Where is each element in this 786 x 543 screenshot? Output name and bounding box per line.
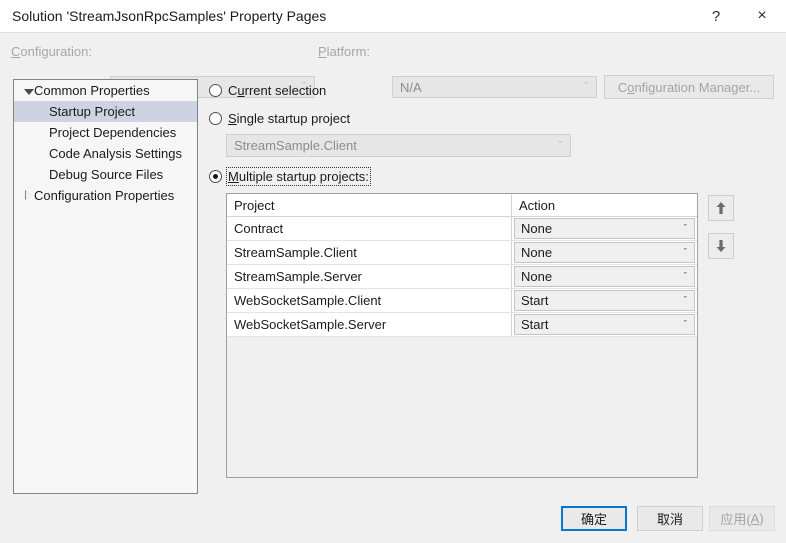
tree-item-debug-source-files[interactable]: Debug Source Files [14, 164, 197, 185]
close-glyph: × [757, 7, 767, 24]
radio-multiple-startup-accel: M [228, 169, 239, 184]
ok-button[interactable]: 确定 [561, 506, 627, 531]
chevron-right-icon [25, 190, 31, 200]
configuration-label-accel: C [11, 44, 21, 59]
cell-action: None ˇ [512, 265, 697, 288]
cell-action: Start ˇ [512, 313, 697, 336]
table-row[interactable]: Contract None ˇ [227, 217, 697, 241]
action-combo[interactable]: Start ˇ [514, 314, 695, 335]
window-title: Solution 'StreamJsonRpcSamples' Property… [12, 8, 327, 24]
cell-project-name: StreamSample.Client [227, 241, 512, 264]
radio-mark-icon [209, 112, 222, 125]
tree-item-configuration-properties[interactable]: Configuration Properties [14, 185, 197, 206]
chevron-down-icon: ˇ [584, 81, 588, 93]
table-row[interactable]: WebSocketSample.Server Start ˇ [227, 313, 697, 337]
cell-project-name: StreamSample.Server [227, 265, 512, 288]
action-combo[interactable]: None ˇ [514, 218, 695, 239]
title-bar: Solution 'StreamJsonRpcSamples' Property… [0, 0, 786, 33]
action-combo-value: None [521, 269, 553, 284]
ok-button-label: 确定 [580, 512, 607, 527]
radio-single-startup-project[interactable]: Single startup project [209, 111, 350, 126]
platform-label-accel: P [318, 44, 327, 59]
table-row[interactable]: StreamSample.Client None ˇ [227, 241, 697, 265]
close-icon[interactable]: × [740, 0, 784, 32]
tree-item-label: Debug Source Files [49, 167, 164, 182]
arrow-up-icon [715, 201, 727, 215]
move-down-button[interactable] [708, 233, 734, 259]
configuration-manager-pre: C [617, 79, 628, 95]
cancel-button-label: 取消 [656, 512, 683, 527]
cancel-button[interactable]: 取消 [637, 506, 703, 531]
action-combo[interactable]: Start ˇ [514, 290, 695, 311]
action-combo-value: Start [521, 293, 549, 308]
platform-label: Platform: [318, 44, 370, 59]
configuration-manager-post: nfiguration Manager... [634, 79, 761, 95]
help-icon[interactable]: ? [694, 0, 738, 32]
single-startup-combo-value: StreamSample.Client [234, 138, 357, 153]
chevron-down-icon [24, 89, 34, 95]
radio-multiple-startup-rest: ultiple startup projects: [238, 169, 369, 184]
radio-current-selection[interactable]: Current selection [209, 83, 326, 98]
table-row[interactable]: StreamSample.Server None ˇ [227, 265, 697, 289]
action-combo[interactable]: None ˇ [514, 242, 695, 263]
grid-header-row: Project Action [227, 194, 697, 217]
configuration-manager-accel: o [627, 79, 635, 95]
cell-action: None ˇ [512, 241, 697, 264]
radio-single-startup-accel: S [228, 111, 237, 126]
apply-button-pre: 应用( [720, 512, 751, 527]
move-up-button[interactable] [708, 195, 734, 221]
tree-item-label: Code Analysis Settings [49, 146, 182, 161]
table-row[interactable]: WebSocketSample.Client Start ˇ [227, 289, 697, 313]
arrow-down-icon [715, 239, 727, 253]
action-combo-value: Start [521, 317, 549, 332]
radio-multiple-startup-projects[interactable]: Multiple startup projects: [209, 167, 371, 186]
apply-button-post: ) [759, 511, 764, 526]
cell-project-name: Contract [227, 217, 512, 240]
radio-mark-icon [209, 170, 222, 183]
tree-item-project-dependencies[interactable]: Project Dependencies [14, 122, 197, 143]
radio-single-startup-rest: ingle startup project [236, 111, 351, 126]
chevron-down-icon: ˇ [683, 271, 687, 282]
tree-item-code-analysis-settings[interactable]: Code Analysis Settings [14, 143, 197, 164]
tree-item-label: Startup Project [49, 104, 135, 119]
action-combo-value: None [521, 221, 553, 236]
tree-item-startup-project[interactable]: Startup Project [14, 101, 197, 122]
chevron-down-icon: ˇ [683, 247, 687, 258]
chevron-down-icon: ˇ [558, 140, 562, 151]
help-glyph: ? [711, 7, 721, 25]
tree-item-label: Project Dependencies [49, 125, 177, 140]
chevron-down-icon: ˇ [683, 223, 687, 234]
radio-current-selection-accel: u [237, 83, 245, 98]
tree-item-label: Common Properties [34, 83, 150, 98]
radio-mark-icon [209, 84, 222, 97]
cell-project-name: WebSocketSample.Client [227, 289, 512, 312]
chevron-down-icon: ˇ [683, 319, 687, 330]
tree-item-common-properties[interactable]: Common Properties [14, 80, 197, 101]
cell-action: None ˇ [512, 217, 697, 240]
configuration-label: Configuration: [11, 44, 92, 59]
single-startup-project-combo[interactable]: StreamSample.Client ˇ [226, 134, 571, 157]
platform-combo-value: N/A [400, 79, 422, 95]
startup-projects-grid[interactable]: Project Action Contract None ˇ StreamSam… [226, 193, 698, 478]
configuration-label-rest: onfiguration: [20, 44, 92, 59]
apply-button[interactable]: 应用(A) [709, 506, 775, 531]
action-combo[interactable]: None ˇ [514, 266, 695, 287]
action-combo-value: None [521, 245, 553, 260]
radio-current-selection-rest: rrent selection [244, 83, 327, 98]
chevron-down-icon: ˇ [683, 295, 687, 306]
platform-combo[interactable]: N/A ˇ [392, 76, 597, 98]
column-header-project[interactable]: Project [227, 194, 512, 216]
cell-project-name: WebSocketSample.Server [227, 313, 512, 336]
configuration-bar: Configuration: N/A ˇ Platform: N/A ˇ Con… [0, 34, 786, 99]
properties-tree[interactable]: Common Properties Startup Project Projec… [13, 79, 198, 494]
platform-label-rest: latform: [326, 44, 371, 59]
radio-current-selection-label: Current selection [228, 83, 327, 98]
tree-item-label: Configuration Properties [34, 188, 175, 203]
configuration-manager-button[interactable]: Co nfiguration Manager... [604, 75, 774, 99]
cell-action: Start ˇ [512, 289, 697, 312]
radio-single-startup-label: Single startup project [228, 111, 350, 126]
radio-multiple-startup-label: Multiple startup projects: [226, 167, 371, 186]
apply-button-accel: A [750, 511, 760, 526]
column-header-action[interactable]: Action [512, 194, 697, 216]
